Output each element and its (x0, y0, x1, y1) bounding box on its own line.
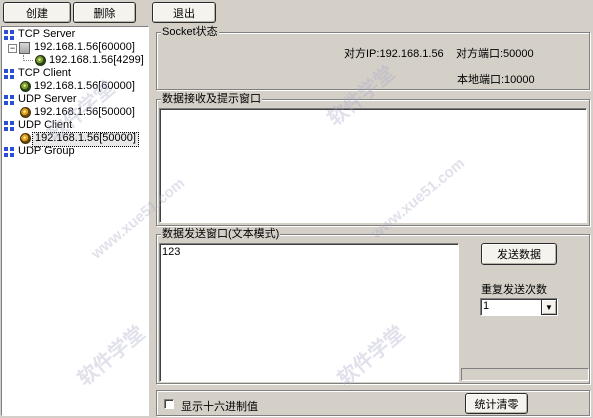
receive-title: 数据接收及提示窗口 (161, 93, 262, 106)
tree-item-udp-client[interactable]: UDP Client (18, 119, 72, 132)
tree-item-tcp-client-host[interactable]: 192.168.1.56[60000] (34, 80, 135, 93)
connection-icon (20, 81, 31, 92)
socket-status-title: Socket状态 (161, 26, 219, 39)
tcp-server-icon (4, 30, 14, 40)
local-port-label: 本地端口:10000 (457, 74, 535, 86)
connection-icon (20, 133, 31, 144)
status-field (461, 368, 589, 381)
send-title: 数据发送窗口(文本模式) (161, 228, 281, 241)
udp-server-icon (4, 95, 14, 105)
tree-item-udp-group[interactable]: UDP Group (18, 145, 75, 158)
tree-item-udp-server[interactable]: UDP Server (18, 93, 76, 106)
send-textarea[interactable]: 123 (159, 243, 459, 382)
tree-item-tcp-client[interactable]: TCP Client (18, 67, 71, 80)
bottom-bar: 显示十六进制值 统计清零 (156, 390, 590, 416)
toolbar: 创建 删除 退出 (0, 0, 593, 25)
tree-item-udp-server-host[interactable]: 192.168.1.56[50000] (34, 106, 135, 119)
computer-icon (19, 42, 30, 54)
send-text-content: 123 (162, 246, 181, 258)
create-button[interactable]: 创建 (3, 2, 71, 23)
receive-textarea[interactable] (159, 108, 587, 223)
udp-group-icon (4, 147, 14, 157)
tree-item-tcp-server-conn[interactable]: 192.168.1.56[4299] (49, 54, 144, 67)
socket-status-group: Socket状态 对方IP:192.168.1.56 对方端口:50000 本地… (156, 26, 590, 90)
exit-button[interactable]: 退出 (152, 2, 216, 23)
tree-item-tcp-server-host[interactable]: 192.168.1.56[60000] (34, 41, 135, 54)
receive-group: 数据接收及提示窗口 (156, 93, 590, 226)
tcp-client-icon (4, 69, 14, 79)
remote-port-label: 对方端口:50000 (456, 48, 534, 60)
clear-stats-button[interactable]: 统计清零 (465, 393, 528, 414)
hex-checkbox[interactable] (164, 399, 174, 409)
repeat-count-label: 重复发送次数 (481, 284, 547, 296)
send-group: 数据发送窗口(文本模式) 123 发送数据 重复发送次数 1 ▼ (156, 228, 590, 384)
send-data-button[interactable]: 发送数据 (481, 243, 557, 265)
tree-item-tcp-server[interactable]: TCP Server (18, 28, 75, 41)
tree-line (23, 60, 33, 62)
connection-tree[interactable]: TCP Server − 192.168.1.56[60000] 192.168… (1, 26, 149, 416)
remote-ip-label: 对方IP:192.168.1.56 (344, 48, 444, 60)
hex-checkbox-label: 显示十六进制值 (181, 401, 258, 413)
delete-button[interactable]: 删除 (73, 2, 136, 23)
connection-icon (20, 107, 31, 118)
repeat-count-value: 1 (483, 300, 490, 312)
chevron-down-icon[interactable]: ▼ (541, 299, 557, 315)
connection-icon (35, 55, 46, 66)
udp-client-icon (4, 121, 14, 131)
collapse-icon[interactable]: − (8, 44, 17, 53)
repeat-count-select[interactable]: 1 ▼ (480, 298, 558, 316)
